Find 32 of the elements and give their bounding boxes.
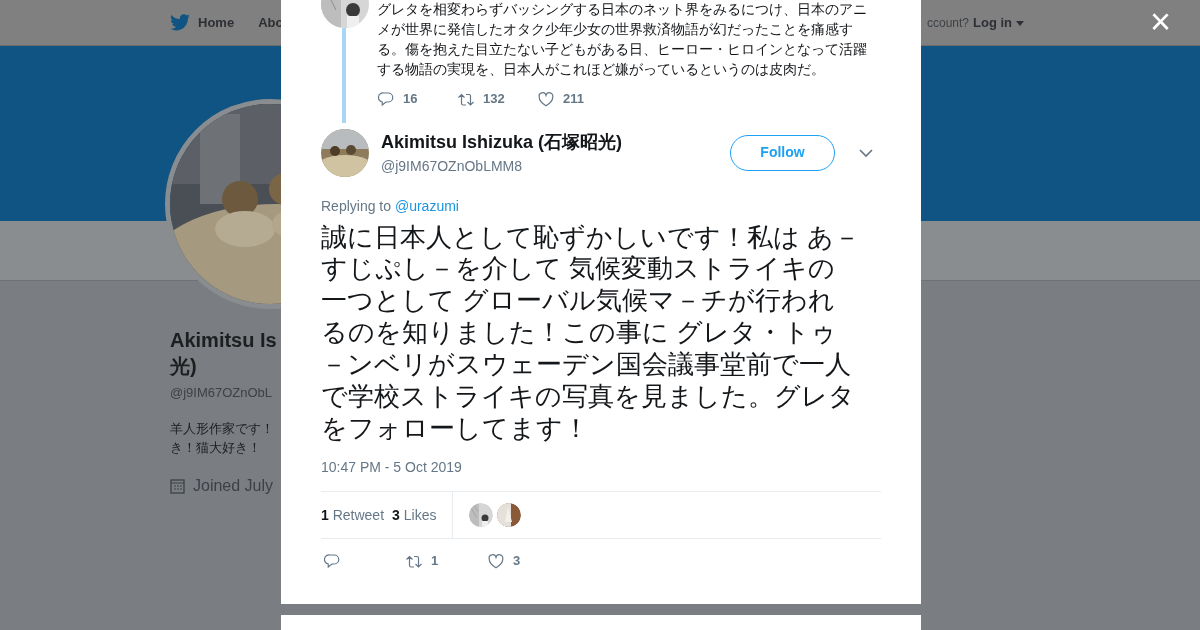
profile-handle: @j9IM67OZnObL xyxy=(170,384,273,402)
like-button[interactable]: 211 xyxy=(537,89,617,109)
follow-button[interactable]: Follow xyxy=(730,134,835,171)
calendar-icon xyxy=(170,477,185,494)
retweet-button[interactable]: 1 xyxy=(405,551,485,571)
profile-name: 光) xyxy=(170,354,197,379)
tweet-text: グレタを相変わらずバッシングする日本のネット界をみるにつけ、日本のアニメが世界に発信したオタク少年少女の世界救済物語が幻だったことを痛感する。傷を抱えた目立たない子どもがある日、ヒーロー・ヒロインとなって活躍する物語の実現を、日本人がこれほど嫌がっているというのは皮肉だ。 xyxy=(377,0,868,79)
stat-link[interactable]: 3 Likes xyxy=(392,504,437,526)
author-name: Akimitsu Ishizuka (石塚昭光) xyxy=(381,130,624,154)
like-icon xyxy=(487,552,505,571)
retweet-button[interactable]: 132 xyxy=(457,89,537,109)
close-button[interactable]: × xyxy=(1150,4,1172,40)
login-link[interactable]: Log in xyxy=(973,12,1012,33)
tweet-timestamp: 10:47 PM - 5 Oct 2019 xyxy=(321,458,463,478)
account-prompt: ccount? xyxy=(926,14,969,32)
caret-icon xyxy=(1016,20,1024,26)
like-icon xyxy=(537,89,555,108)
reply-icon xyxy=(323,552,341,571)
tweet-text: 誠に日本人として恥ずかしいです！私は あ－すじぷし－を介して 気候変動ストライキの一つとして グローバル気候マ－チが行われるのを知りました！この事に グレタ・トゥ－ンベリがスウェーデン国会議事堂前で一人で学校ストライキの写真を見ました。グレタをフォローしてます！ xyxy=(321,221,861,446)
bird-icon xyxy=(170,14,190,31)
reply-icon xyxy=(377,89,395,108)
like-button[interactable]: 3 xyxy=(487,551,567,571)
bio-text: 羊人形作家です！ xyxy=(170,419,274,438)
reply-button[interactable]: 16 xyxy=(377,89,457,109)
mention-link[interactable]: @urazumi xyxy=(394,197,459,214)
joined-date: Joined July xyxy=(193,475,274,496)
bio-text: き！猫大好き！ xyxy=(170,439,261,457)
chevron-icon xyxy=(859,148,873,158)
stat-link[interactable]: 1 Retweet xyxy=(321,504,385,526)
author-handle: @j9IM67OZnObLMM8 xyxy=(381,156,524,176)
nav-link[interactable]: Home xyxy=(170,12,235,33)
profile-name: Akimitsu Is xyxy=(170,328,277,353)
